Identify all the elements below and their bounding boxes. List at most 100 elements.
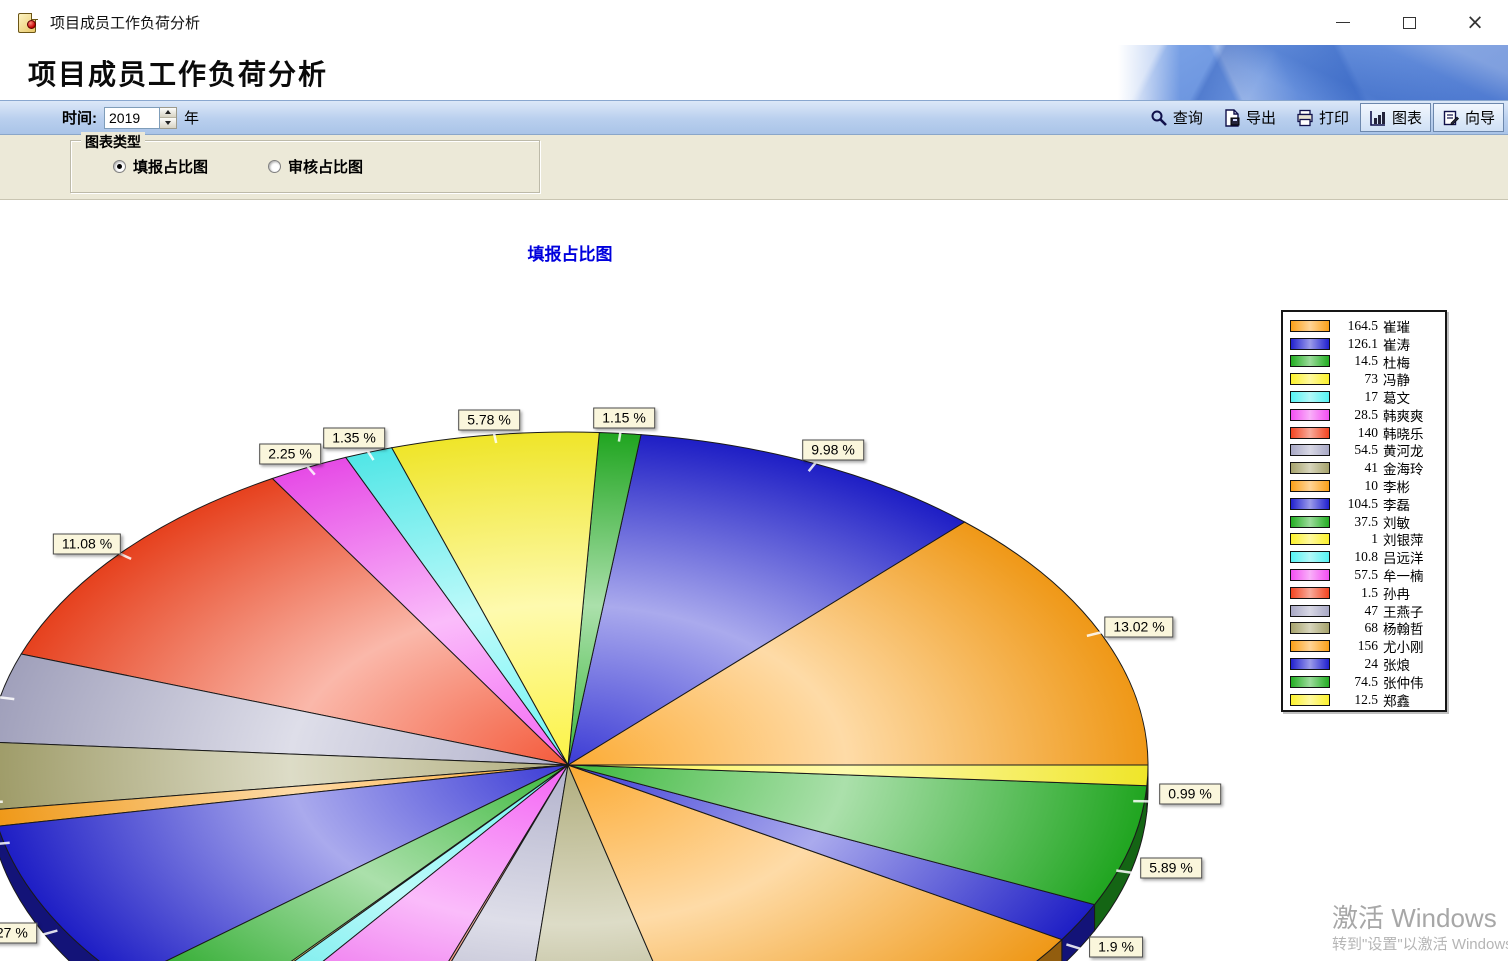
- legend-row: 10李彬: [1283, 477, 1445, 495]
- legend-row: 12.5 郑鑫: [1283, 691, 1445, 709]
- legend-swatch: [1290, 409, 1330, 421]
- legend-name: 郑鑫: [1383, 690, 1410, 710]
- legend-swatch: [1290, 605, 1330, 617]
- legend-value: 57.5: [1330, 567, 1378, 583]
- legend-swatch: [1290, 355, 1330, 367]
- chart-legend: 164.5崔璀126.1崔涛14.5杜梅73冯静17葛文28.5韩爽爽140韩晓…: [1281, 310, 1447, 712]
- legend-row: 68杨翰哲: [1283, 620, 1445, 638]
- time-filter: 时间: 年: [62, 107, 199, 129]
- chart-type-group-label: 图表类型: [81, 132, 145, 152]
- toolbar-button-wizard[interactable]: 向导: [1433, 103, 1504, 132]
- legend-row: 1.5孙冉: [1283, 584, 1445, 602]
- legend-swatch: [1290, 551, 1330, 563]
- app-window: 项目成员工作负荷分析 × 项目成员工作负荷分析 时间: 年 查询 导出 打印 图表 向导: [0, 0, 1508, 961]
- legend-row: 24张烺: [1283, 655, 1445, 673]
- activate-windows-watermark: 激活 Windows: [1332, 898, 1497, 935]
- toolbar-button-label: 向导: [1465, 107, 1495, 128]
- percent-label: 5.78 %: [458, 410, 520, 431]
- legend-swatch: [1290, 533, 1330, 545]
- legend-row: 140韩晓乐: [1283, 424, 1445, 442]
- toolbar-button-query[interactable]: 查询: [1141, 103, 1212, 132]
- legend-value: 10: [1330, 478, 1378, 494]
- legend-row: 41金海玲: [1283, 459, 1445, 477]
- legend-swatch: [1290, 391, 1330, 403]
- chart-type-groupbox: 图表类型 填报占比图审核占比图: [70, 140, 540, 193]
- search-icon: [1150, 109, 1168, 127]
- percent-label: 13.02 %: [1104, 617, 1173, 638]
- legend-swatch: [1290, 676, 1330, 688]
- legend-value: 74.5: [1330, 674, 1378, 690]
- minimize-button[interactable]: [1310, 0, 1376, 45]
- percent-label: 1.9 %: [1089, 937, 1143, 958]
- legend-value: 47: [1330, 603, 1378, 619]
- filter-band: 图表类型 填报占比图 审核占比图: [0, 135, 1508, 200]
- legend-value: 140: [1330, 425, 1378, 441]
- legend-swatch: [1290, 338, 1330, 350]
- toolbar-button-label: 打印: [1319, 107, 1349, 128]
- legend-row: 1刘银萍: [1283, 531, 1445, 549]
- legend-row: 156尤小刚: [1283, 637, 1445, 655]
- toolbar-button-chart[interactable]: 图表: [1360, 103, 1431, 132]
- legend-row: 164.5崔璀: [1283, 317, 1445, 335]
- percent-label: 2.25 %: [259, 444, 321, 465]
- legend-swatch: [1290, 640, 1330, 652]
- legend-value: 68: [1330, 620, 1378, 636]
- legend-swatch: [1290, 320, 1330, 332]
- radio-option-audit-ratio[interactable]: 审核占比图: [268, 156, 363, 177]
- legend-value: 156: [1330, 638, 1378, 654]
- window-title: 项目成员工作负荷分析: [50, 12, 200, 33]
- legend-value: 24: [1330, 656, 1378, 672]
- legend-row: 74.5张仲伟: [1283, 673, 1445, 691]
- activate-windows-watermark-line2: 转到"设置"以激活 Windows: [1332, 933, 1508, 954]
- legend-value: 164.5: [1330, 318, 1378, 334]
- radio-label: 填报占比图: [133, 156, 208, 177]
- percent-label: 11.08 %: [53, 534, 121, 555]
- year-spin-up-button[interactable]: [160, 108, 176, 119]
- export-icon: [1223, 109, 1241, 127]
- close-button[interactable]: ×: [1442, 0, 1508, 45]
- spin-down-icon: [165, 121, 171, 125]
- legend-swatch: [1290, 694, 1330, 706]
- legend-value: 12.5: [1330, 692, 1378, 708]
- wizard-icon: [1442, 109, 1460, 127]
- legend-row: 37.5刘敏: [1283, 513, 1445, 531]
- percent-label: 5.89 %: [1140, 858, 1202, 879]
- chart-icon: [1369, 109, 1387, 127]
- percent-label: 0.99 %: [1159, 784, 1221, 805]
- toolbar-button-export[interactable]: 导出: [1214, 103, 1285, 132]
- year-suffix-label: 年: [184, 107, 199, 128]
- legend-swatch: [1290, 444, 1330, 456]
- page-title: 项目成员工作负荷分析: [28, 53, 328, 93]
- chart-area: 填报占比图 164.5崔璀126.1崔涛14.5杜梅73冯静17葛文28.5韩爽…: [0, 200, 1508, 961]
- header-decoration: [1118, 45, 1508, 100]
- year-spin-down-button[interactable]: [160, 118, 176, 128]
- legend-row: 28.5韩爽爽: [1283, 406, 1445, 424]
- legend-swatch: [1290, 427, 1330, 439]
- legend-row: 54.5黄河龙: [1283, 442, 1445, 460]
- legend-value: 10.8: [1330, 549, 1378, 565]
- toolbar-button-label: 导出: [1246, 107, 1276, 128]
- legend-swatch: [1290, 373, 1330, 385]
- radio-option-fill-ratio[interactable]: 填报占比图: [113, 156, 208, 177]
- legend-value: 1: [1330, 531, 1378, 547]
- toolbar: 时间: 年 查询 导出 打印 图表 向导: [0, 100, 1508, 135]
- percent-label: 8.27 %: [0, 923, 37, 944]
- toolbar-button-label: 图表: [1392, 107, 1422, 128]
- toolbar-buttons: 查询 导出 打印 图表 向导: [1139, 101, 1508, 134]
- legend-swatch: [1290, 480, 1330, 492]
- close-icon: ×: [1466, 12, 1484, 33]
- radio-icon: [268, 160, 281, 173]
- spin-up-icon: [165, 110, 171, 114]
- legend-swatch: [1290, 658, 1330, 670]
- legend-swatch: [1290, 462, 1330, 474]
- legend-row: 14.5杜梅: [1283, 353, 1445, 371]
- legend-value: 41: [1330, 460, 1378, 476]
- legend-row: 17葛文: [1283, 388, 1445, 406]
- year-input[interactable]: [104, 107, 160, 129]
- legend-swatch: [1290, 587, 1330, 599]
- legend-value: 14.5: [1330, 353, 1378, 369]
- toolbar-button-print[interactable]: 打印: [1287, 103, 1358, 132]
- maximize-button[interactable]: [1376, 0, 1442, 45]
- minimize-icon: [1336, 22, 1350, 23]
- legend-value: 73: [1330, 371, 1378, 387]
